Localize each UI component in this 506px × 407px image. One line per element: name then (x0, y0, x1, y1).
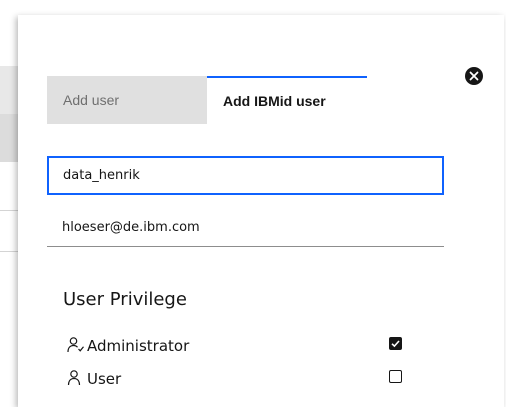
tab-add-ibmid-user[interactable]: Add IBMid user (207, 76, 367, 124)
username-input[interactable]: data_henrik (47, 156, 444, 195)
user-privilege-title: User Privilege (63, 289, 187, 310)
background-divider (0, 251, 18, 252)
privilege-label-administrator: Administrator (87, 337, 190, 355)
user-icon (67, 369, 85, 387)
close-icon[interactable] (465, 67, 483, 85)
background-row (0, 66, 18, 114)
background-divider (0, 210, 18, 211)
email-input[interactable]: hloeser@de.ibm.com (47, 209, 444, 247)
background-row (0, 114, 18, 162)
privilege-row-administrator: Administrator (63, 334, 408, 358)
tab-add-user[interactable]: Add user (47, 76, 207, 124)
privilege-row-user: User (63, 367, 408, 391)
privilege-label-user: User (87, 370, 122, 388)
user-admin-icon (67, 336, 85, 354)
administrator-checkbox[interactable] (389, 337, 402, 350)
user-checkbox[interactable] (389, 370, 402, 383)
